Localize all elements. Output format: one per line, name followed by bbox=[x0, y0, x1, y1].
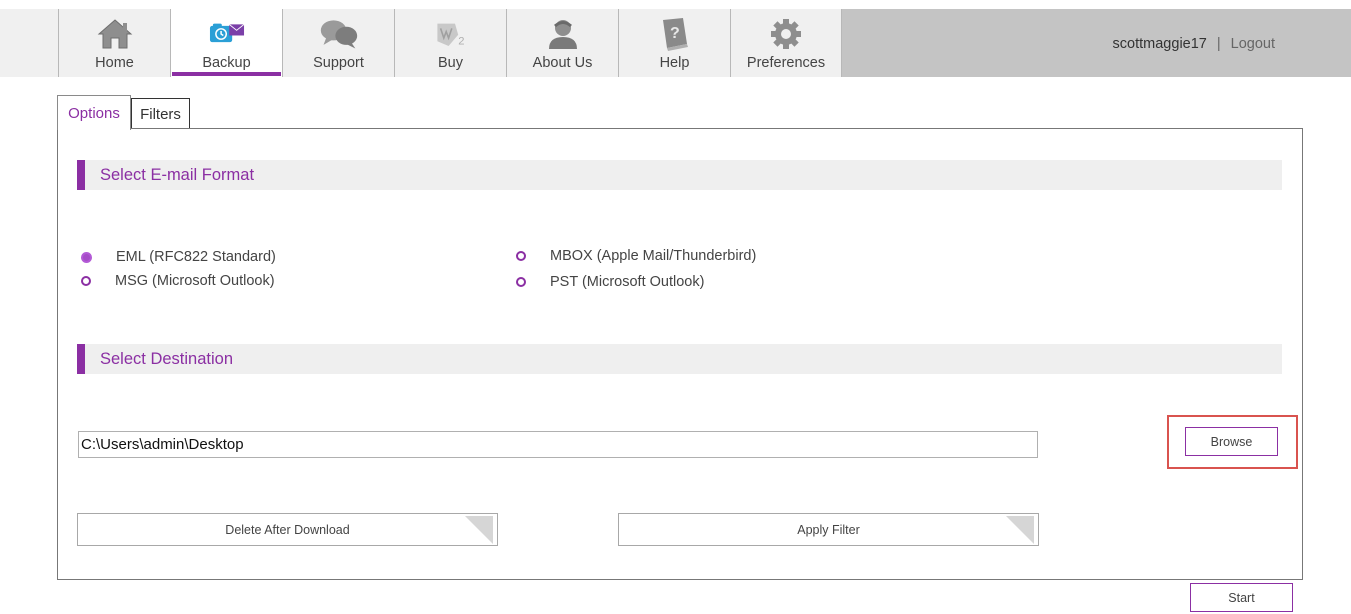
destination-section-header: Select Destination bbox=[77, 344, 1282, 374]
nav-label: Home bbox=[95, 55, 134, 71]
chat-bubbles-icon bbox=[319, 16, 359, 52]
radio-eml[interactable]: EML (RFC822 Standard) bbox=[81, 249, 276, 265]
top-nav-bar: Home Backup Support 2 Buy About Us ? Hel… bbox=[0, 9, 1351, 77]
svg-text:2: 2 bbox=[458, 35, 464, 47]
svg-text:?: ? bbox=[670, 25, 680, 42]
radio-label: MSG (Microsoft Outlook) bbox=[115, 273, 275, 289]
nav-item-buy[interactable]: 2 Buy bbox=[394, 9, 506, 77]
apply-filter-button[interactable]: Apply Filter bbox=[618, 513, 1039, 546]
radio-pst[interactable]: PST (Microsoft Outlook) bbox=[516, 274, 704, 290]
nav-item-preferences[interactable]: Preferences bbox=[730, 9, 842, 77]
radio-label: EML (RFC822 Standard) bbox=[116, 249, 276, 265]
email-format-section-header: Select E-mail Format bbox=[77, 160, 1282, 190]
nav-item-help[interactable]: ? Help bbox=[618, 9, 730, 77]
person-icon bbox=[543, 16, 583, 52]
nav-label: About Us bbox=[532, 55, 593, 71]
delete-after-download-button[interactable]: Delete After Download bbox=[77, 513, 498, 546]
button-label: Apply Filter bbox=[797, 522, 860, 537]
section-title: Select E-mail Format bbox=[100, 166, 255, 184]
nav-label: Help bbox=[659, 55, 690, 71]
button-label: Delete After Download bbox=[225, 522, 350, 537]
radio-label: MBOX (Apple Mail/Thunderbird) bbox=[550, 248, 757, 264]
radio-label: PST (Microsoft Outlook) bbox=[550, 274, 705, 290]
separator: | bbox=[1216, 36, 1221, 52]
nav-item-backup[interactable]: Backup bbox=[170, 9, 282, 77]
radio-dot[interactable] bbox=[81, 251, 92, 263]
radio-dot[interactable] bbox=[81, 276, 91, 286]
nav-label: Support bbox=[313, 55, 364, 71]
nav-label: Preferences bbox=[746, 55, 826, 71]
section-title: Select Destination bbox=[100, 350, 233, 368]
browse-button[interactable]: Browse bbox=[1185, 427, 1278, 456]
user-info: scottmaggie17 | Logout bbox=[1113, 36, 1275, 52]
nav-label: Backup bbox=[202, 55, 251, 71]
home-icon bbox=[95, 16, 135, 52]
radio-mbox[interactable]: MBOX (Apple Mail/Thunderbird) bbox=[516, 248, 756, 264]
radio-dot[interactable] bbox=[516, 251, 526, 261]
tab-filters[interactable]: Filters bbox=[131, 98, 190, 129]
username: scottmaggie17 bbox=[1112, 36, 1207, 52]
corner-fold-icon bbox=[465, 516, 493, 544]
destination-path-input[interactable] bbox=[78, 431, 1038, 458]
nav-item-about-us[interactable]: About Us bbox=[506, 9, 618, 77]
nav-item-home[interactable]: Home bbox=[58, 9, 170, 77]
options-panel: Select E-mail Format EML (RFC822 Standar… bbox=[57, 128, 1303, 580]
radio-dot[interactable] bbox=[516, 277, 526, 287]
logout-link[interactable]: Logout bbox=[1231, 36, 1275, 52]
radio-msg[interactable]: MSG (Microsoft Outlook) bbox=[81, 273, 275, 289]
corner-fold-icon bbox=[1006, 516, 1034, 544]
help-book-icon: ? bbox=[655, 16, 695, 52]
start-button[interactable]: Start bbox=[1190, 583, 1293, 612]
nav-items: Home Backup Support 2 Buy About Us ? Hel… bbox=[58, 9, 842, 77]
nav-label: Buy bbox=[438, 55, 463, 71]
buy-icon: 2 bbox=[431, 16, 471, 52]
nav-item-support[interactable]: Support bbox=[282, 9, 394, 77]
tab-options[interactable]: Options bbox=[57, 95, 131, 130]
gear-icon bbox=[766, 16, 806, 52]
backup-icon bbox=[207, 16, 247, 52]
